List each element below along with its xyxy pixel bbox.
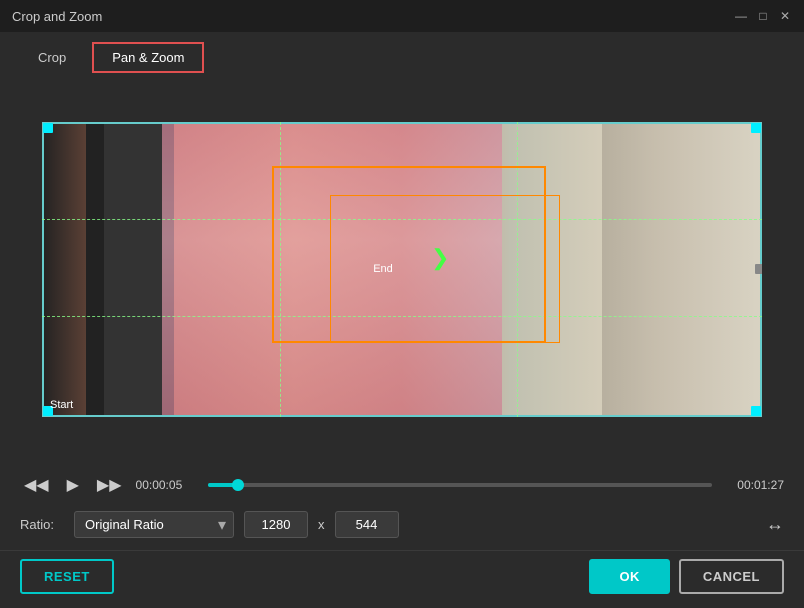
- start-label: Start: [50, 399, 73, 411]
- controls-row: ◀◀ ▶ ▶▶ 00:00:05 00:01:27: [0, 465, 804, 505]
- current-time: 00:00:05: [136, 478, 198, 492]
- step-forward-button[interactable]: ▶▶: [93, 473, 126, 497]
- curtain: [602, 122, 762, 417]
- video-area: ❮ Start End: [0, 73, 804, 465]
- play-button[interactable]: ▶: [63, 473, 83, 497]
- title-bar: Crop and Zoom — □ ✕: [0, 0, 804, 32]
- reset-button[interactable]: RESET: [20, 559, 114, 594]
- ratio-label: Ratio:: [20, 517, 64, 532]
- tabs-row: Crop Pan & Zoom: [0, 32, 804, 73]
- dimension-separator: x: [318, 517, 325, 532]
- timeline-thumb[interactable]: [232, 479, 244, 491]
- dialog-body: Crop Pan & Zoom: [0, 32, 804, 608]
- ratio-row: Ratio: Original Ratio 16:9 4:3 1:1 9:16 …: [0, 505, 804, 550]
- link-ratio-icon[interactable]: ↔: [766, 514, 784, 535]
- timeline-track[interactable]: [208, 483, 712, 487]
- tab-crop[interactable]: Crop: [20, 44, 84, 71]
- ok-button[interactable]: OK: [589, 559, 670, 594]
- pan-arrow-icon: ❮: [431, 245, 449, 271]
- door-left: [86, 122, 104, 417]
- width-input[interactable]: [244, 511, 308, 538]
- window-controls: — □ ✕: [734, 9, 792, 23]
- bottom-row: RESET OK CANCEL: [0, 550, 804, 608]
- close-button[interactable]: ✕: [778, 9, 792, 23]
- cancel-button[interactable]: CANCEL: [679, 559, 784, 594]
- ratio-select-wrap: Original Ratio 16:9 4:3 1:1 9:16 Custom: [74, 511, 234, 538]
- video-scene: [42, 122, 762, 417]
- tab-pan-zoom[interactable]: Pan & Zoom: [92, 42, 204, 73]
- step-back-button[interactable]: ◀◀: [20, 473, 53, 497]
- minimize-button[interactable]: —: [734, 9, 748, 23]
- ratio-select[interactable]: Original Ratio 16:9 4:3 1:1 9:16 Custom: [74, 511, 234, 538]
- video-container[interactable]: ❮ Start End: [42, 122, 762, 417]
- end-label: End: [373, 263, 393, 275]
- height-input[interactable]: [335, 511, 399, 538]
- dialog-title: Crop and Zoom: [12, 9, 102, 24]
- pink-wall: [162, 122, 502, 417]
- total-time: 00:01:27: [722, 478, 784, 492]
- maximize-button[interactable]: □: [756, 9, 770, 23]
